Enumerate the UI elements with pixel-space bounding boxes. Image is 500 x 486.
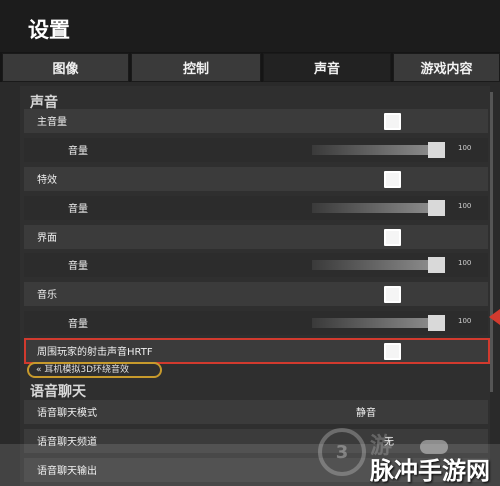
volume-slider-thumb[interactable]	[428, 142, 445, 158]
watermark-logo-icon: 3	[318, 428, 366, 476]
tab-graphics[interactable]: 图像	[2, 53, 129, 82]
volume-slider-thumb[interactable]	[428, 200, 445, 216]
volume-slider-track[interactable]	[312, 203, 430, 213]
volume-label: 音量	[68, 146, 88, 157]
master-volume-checkbox[interactable]	[384, 113, 401, 130]
tab-controls[interactable]: 控制	[131, 53, 261, 82]
volume-slider-row: 音量 100	[24, 196, 488, 220]
volume-slider-thumb[interactable]	[428, 257, 445, 273]
hrtf-note-text: 耳机模拟3D环绕音效	[44, 365, 130, 375]
effects-checkbox[interactable]	[384, 171, 401, 188]
volume-slider-fill	[312, 203, 430, 213]
volume-label: 音量	[68, 261, 88, 272]
section-title-voice-chat: 语音聊天	[30, 384, 86, 400]
volume-slider-track[interactable]	[312, 260, 430, 270]
setting-label: 音乐	[37, 290, 57, 301]
setting-label: 主音量	[37, 117, 67, 128]
volume-slider-row: 音量 100	[24, 138, 488, 162]
setting-row-effects: 特效	[24, 167, 488, 191]
interface-checkbox[interactable]	[384, 229, 401, 246]
volume-slider-fill	[312, 145, 430, 155]
setting-row-voice-chat-mode: 语音聊天模式 静音	[24, 400, 488, 424]
volume-slider-row: 音量 100	[24, 253, 488, 277]
hrtf-highlight-box	[24, 338, 490, 364]
volume-slider-fill	[312, 318, 430, 328]
setting-label: 特效	[37, 175, 57, 186]
volume-label: 音量	[68, 319, 88, 330]
tab-game-content[interactable]: 游戏内容	[393, 53, 500, 82]
volume-value: 100	[458, 202, 472, 210]
volume-label: 音量	[68, 204, 88, 215]
volume-slider-thumb[interactable]	[428, 315, 445, 331]
tab-bar: 图像 控制 声音 游戏内容	[0, 52, 500, 82]
page-title: 设置	[28, 18, 70, 42]
settings-header: 设置	[0, 0, 500, 52]
volume-value: 100	[458, 259, 472, 267]
volume-slider-track[interactable]	[312, 145, 430, 155]
scrollbar[interactable]	[490, 92, 493, 392]
setting-row-interface: 界面	[24, 225, 488, 249]
setting-label: 界面	[37, 233, 57, 244]
volume-slider-track[interactable]	[312, 318, 430, 328]
volume-value: 100	[458, 144, 472, 152]
setting-row-master-volume: 主音量	[24, 109, 488, 133]
hrtf-note: « 耳机模拟3D环绕音效	[27, 362, 162, 378]
setting-label: 语音聊天模式	[37, 408, 97, 419]
arrow-annotation	[489, 309, 500, 325]
voice-chat-mode-value[interactable]: 静音	[356, 404, 376, 419]
volume-value: 100	[458, 317, 472, 325]
music-checkbox[interactable]	[384, 286, 401, 303]
volume-slider-fill	[312, 260, 430, 270]
tab-sound[interactable]: 声音	[263, 53, 391, 82]
watermark-text: 脉冲手游网	[370, 457, 490, 485]
volume-slider-row: 音量 100	[24, 311, 488, 335]
setting-row-music: 音乐	[24, 282, 488, 306]
